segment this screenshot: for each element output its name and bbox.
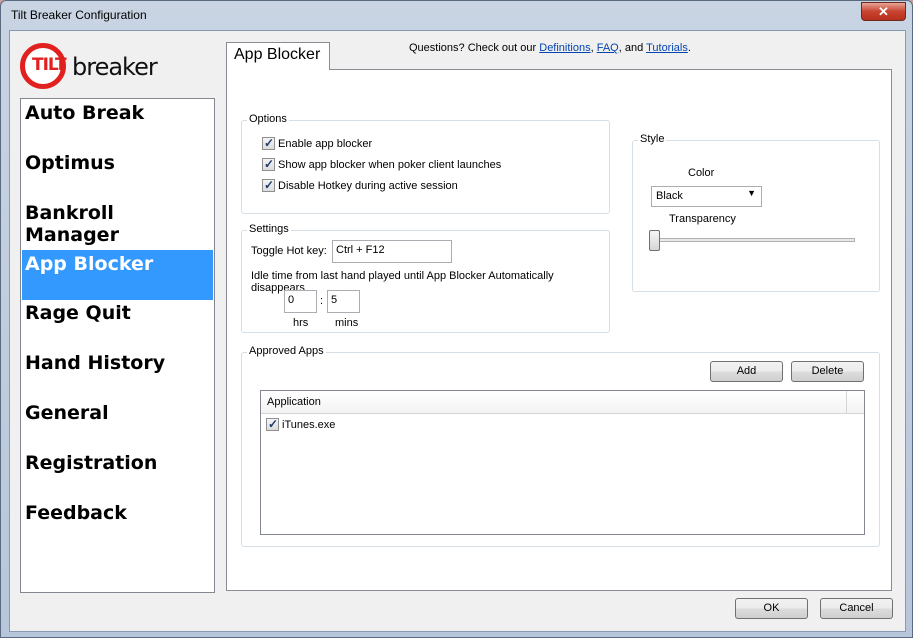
style-group: Style Color Black ▼ Transparency	[632, 133, 880, 292]
settings-group: Settings Toggle Hot key: Ctrl + F12 Idle…	[241, 223, 610, 333]
help-links: Questions? Check out our Definitions, FA…	[409, 42, 691, 54]
app-blocker-panel: Options Enable app blocker Show app bloc…	[226, 69, 892, 591]
sidebar-item-optimus[interactable]: Optimus	[22, 149, 213, 199]
list-item[interactable]: iTunes.exe	[266, 417, 336, 431]
ok-button[interactable]: OK	[735, 598, 808, 619]
faq-link[interactable]: FAQ	[597, 42, 619, 54]
sidebar-item-app-blocker[interactable]: App Blocker	[22, 250, 213, 300]
enable-app-blocker-row: Enable app blocker	[262, 136, 373, 150]
transparency-slider-thumb[interactable]	[649, 230, 660, 251]
transparency-label: Transparency	[669, 213, 736, 225]
cancel-button[interactable]: Cancel	[820, 598, 893, 619]
approved-apps-group: Approved Apps Add Delete Application iTu…	[241, 345, 880, 547]
help-sep1: ,	[590, 42, 594, 54]
approved-apps-list[interactable]: Application iTunes.exe	[260, 390, 865, 535]
color-select[interactable]: Black ▼	[651, 186, 762, 207]
show-on-launch-label: Show app blocker when poker client launc…	[278, 158, 502, 171]
sidebar-item-bankroll-manager[interactable]: Bankroll Manager	[22, 199, 213, 249]
column-header-spacer	[846, 391, 864, 414]
hrs-label: hrs	[293, 317, 309, 329]
definitions-link[interactable]: Definitions	[539, 42, 590, 54]
logo-tilt-text: TILT	[32, 55, 67, 75]
show-on-launch-checkbox[interactable]	[262, 157, 275, 171]
chevron-down-icon: ▼	[747, 188, 756, 198]
tutorials-link[interactable]: Tutorials	[646, 42, 688, 54]
app-row-checkbox[interactable]	[266, 417, 279, 431]
options-title: Options	[247, 113, 289, 125]
config-window: Tilt Breaker Configuration ✕ TILT breake…	[0, 0, 913, 638]
application-column-header[interactable]: Application	[261, 391, 846, 414]
style-title: Style	[638, 133, 667, 145]
title-bar[interactable]: Tilt Breaker Configuration ✕	[1, 1, 912, 29]
help-prefix: Questions? Check out our	[409, 42, 540, 54]
approved-apps-title: Approved Apps	[247, 345, 326, 357]
close-icon[interactable]: ✕	[861, 2, 906, 21]
hotkey-label: Toggle Hot key:	[251, 245, 327, 257]
mins-label: mins	[335, 317, 359, 329]
sidebar-item-hand-history[interactable]: Hand History	[22, 349, 213, 399]
minutes-input[interactable]: 5	[327, 290, 360, 313]
enable-app-blocker-label: Enable app blocker	[278, 137, 373, 150]
tilt-breaker-logo: TILT breaker	[20, 41, 160, 89]
options-group: Options Enable app blocker Show app bloc…	[241, 113, 610, 214]
tab-app-blocker[interactable]: App Blocker	[226, 42, 330, 70]
sidebar-item-rage-quit[interactable]: Rage Quit	[22, 299, 213, 349]
sidebar-item-general[interactable]: General	[22, 399, 213, 449]
logo-breaker-text: breaker	[72, 53, 158, 81]
disable-hotkey-checkbox[interactable]	[262, 178, 275, 192]
show-on-launch-row: Show app blocker when poker client launc…	[262, 157, 502, 171]
sidebar-item-registration[interactable]: Registration	[22, 449, 213, 499]
settings-title: Settings	[247, 223, 291, 235]
sidebar-nav: Auto Break Optimus Bankroll Manager App …	[20, 98, 215, 593]
app-row-name: iTunes.exe	[282, 418, 336, 431]
transparency-slider-track[interactable]	[651, 238, 855, 242]
disable-hotkey-label: Disable Hotkey during active session	[278, 179, 458, 192]
enable-app-blocker-checkbox[interactable]	[262, 136, 275, 150]
add-button[interactable]: Add	[710, 361, 783, 382]
hotkey-input[interactable]: Ctrl + F12	[332, 240, 452, 263]
help-suffix: .	[687, 42, 691, 54]
color-label: Color	[688, 167, 715, 179]
time-colon: :	[320, 295, 324, 307]
color-select-value: Black	[656, 190, 683, 202]
sidebar-item-auto-break[interactable]: Auto Break	[22, 99, 213, 149]
hours-input[interactable]: 0	[284, 290, 317, 313]
help-sep2: , and	[618, 42, 644, 54]
client-area: TILT breaker Auto Break Optimus Bankroll…	[9, 30, 906, 632]
sidebar-item-feedback[interactable]: Feedback	[22, 499, 213, 549]
delete-button[interactable]: Delete	[791, 361, 864, 382]
window-title: Tilt Breaker Configuration	[11, 8, 147, 22]
disable-hotkey-row: Disable Hotkey during active session	[262, 178, 458, 192]
